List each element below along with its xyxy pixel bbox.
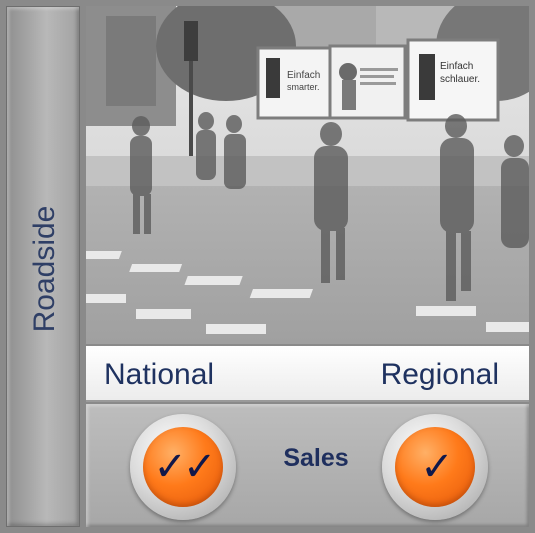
billboard-3-line2: schlauer. xyxy=(440,74,480,85)
billboard-1-line2: smarter. xyxy=(287,82,320,92)
billboard-1: Einfach smarter. xyxy=(256,46,332,120)
side-panel: Roadside xyxy=(6,6,80,527)
billboard-3-line1: Einfach xyxy=(440,61,473,72)
billboard-1-line1: Einfach xyxy=(287,70,320,81)
column-labels-bar: National Regional xyxy=(86,346,529,402)
regional-sales-badge: ✓ xyxy=(382,414,488,520)
billboard-3: Einfach schlauer. xyxy=(406,38,500,122)
roadside-label: Roadside xyxy=(28,205,61,333)
national-label: National xyxy=(104,358,215,391)
billboard-2 xyxy=(328,44,407,120)
checkmark-icon: ✓ xyxy=(395,427,475,507)
double-checkmark-icon: ✓✓ xyxy=(143,427,223,507)
sales-label: Sales xyxy=(283,444,349,472)
street-scene-image: Einfach smarter. Einfach schlauer. xyxy=(86,6,529,344)
regional-label: Regional xyxy=(380,358,499,391)
national-sales-badge: ✓✓ xyxy=(130,414,236,520)
street-photo: Einfach smarter. Einfach schlauer. xyxy=(86,6,529,344)
